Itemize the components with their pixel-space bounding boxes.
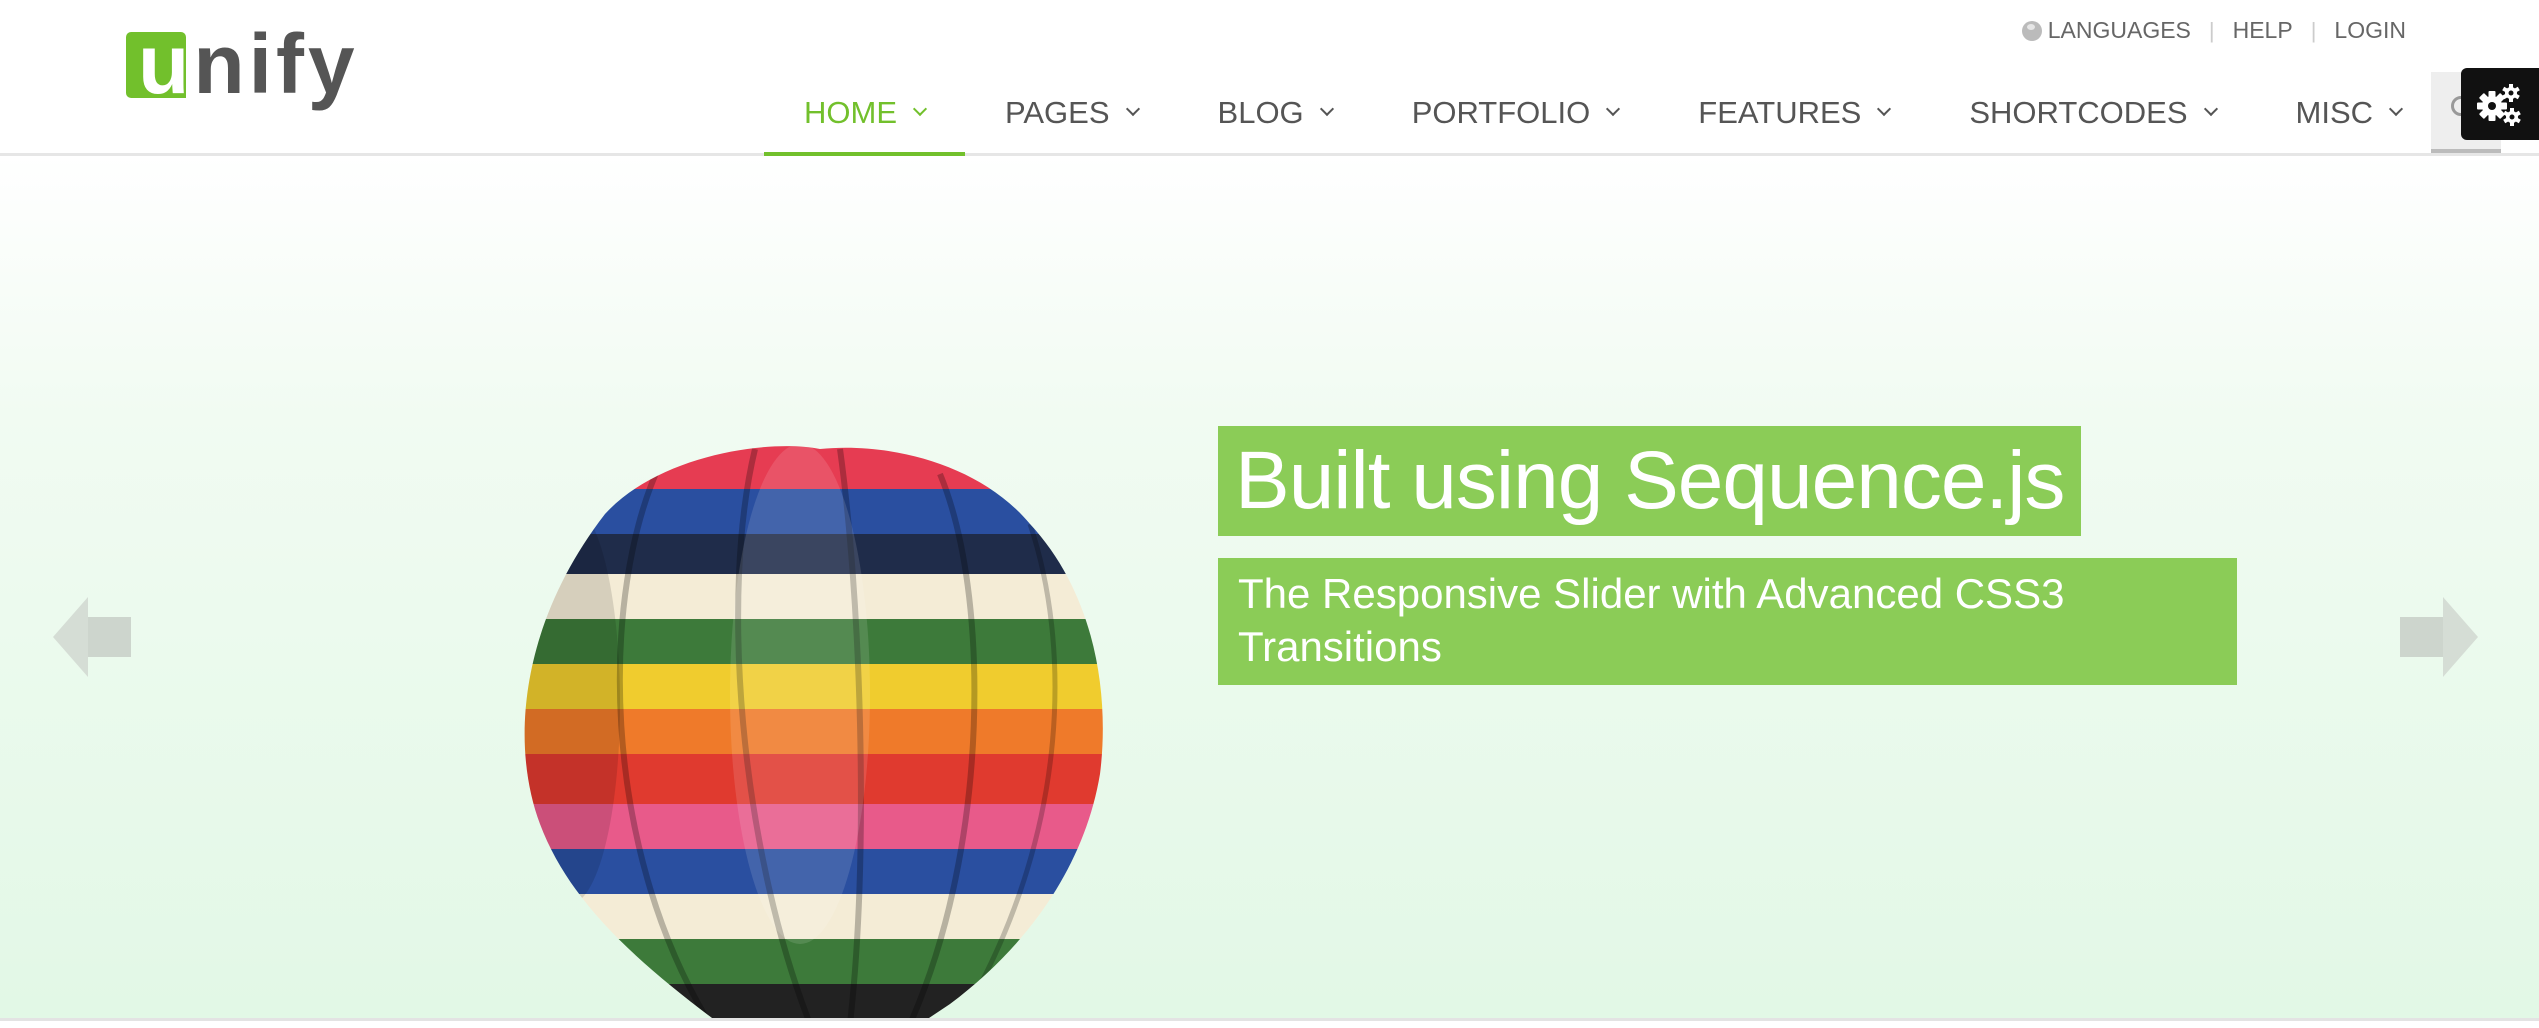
main-nav: HOME PAGES BLOG PORTFOLIO FEATURES SHORT… bbox=[764, 72, 2502, 156]
chevron-down-icon bbox=[1319, 101, 1334, 116]
nav-item-label: BLOG bbox=[1217, 94, 1304, 130]
site-header: unify LANGUAGES | HELP | LOGIN HOME PAGE… bbox=[0, 0, 2539, 156]
nav-item-label: MISC bbox=[2295, 94, 2374, 130]
nav-item-label: HOME bbox=[804, 94, 897, 130]
chevron-down-icon bbox=[1125, 101, 1140, 116]
slide-subtitle-text: The Responsive Slider with Advanced CSS3… bbox=[1238, 570, 2065, 670]
nav-item-label: SHORTCODES bbox=[1969, 94, 2188, 130]
nav-item-pages[interactable]: PAGES bbox=[965, 72, 1178, 153]
chevron-down-icon bbox=[2388, 101, 2404, 116]
arrow-left-icon[interactable] bbox=[53, 592, 131, 682]
top-bar: LANGUAGES | HELP | LOGIN bbox=[2021, 17, 2406, 44]
languages-label: LANGUAGES bbox=[2047, 17, 2191, 43]
slide-title: Built using Sequence.js bbox=[1218, 426, 2082, 536]
languages-link[interactable]: LANGUAGES bbox=[2021, 17, 2191, 44]
chevron-down-icon bbox=[2203, 101, 2218, 116]
nav-item-portfolio[interactable]: PORTFOLIO bbox=[1372, 72, 1659, 153]
chevron-down-icon bbox=[912, 101, 928, 116]
chevron-down-icon bbox=[1877, 101, 1892, 116]
slide-title-text: Built using Sequence.js bbox=[1235, 435, 2065, 526]
login-link[interactable]: LOGIN bbox=[2334, 17, 2406, 44]
style-switcher-button[interactable] bbox=[2461, 68, 2539, 140]
chevron-down-icon bbox=[1606, 101, 1621, 116]
divider: | bbox=[2310, 17, 2317, 43]
nav-item-home[interactable]: HOME bbox=[764, 72, 965, 156]
arrow-right-icon[interactable] bbox=[2400, 592, 2478, 682]
slider-bottom-border bbox=[0, 1018, 2539, 1028]
help-label: HELP bbox=[2232, 17, 2293, 43]
nav-item-misc[interactable]: MISC bbox=[2256, 72, 2432, 153]
hot-air-balloon-image bbox=[524, 446, 1103, 1018]
nav-item-shortcodes[interactable]: SHORTCODES bbox=[1929, 72, 2255, 153]
nav-item-label: PAGES bbox=[1005, 94, 1110, 130]
nav-item-blog[interactable]: BLOG bbox=[1178, 72, 1372, 153]
logo-text: unify bbox=[138, 17, 359, 111]
nav-item-features[interactable]: FEATURES bbox=[1658, 72, 1929, 153]
help-link[interactable]: HELP bbox=[2233, 17, 2293, 44]
gears-icon bbox=[2477, 84, 2521, 126]
globe-icon bbox=[2021, 20, 2042, 41]
divider: | bbox=[2208, 17, 2215, 43]
hero-slider: Built using Sequence.js The Responsive S… bbox=[0, 156, 2539, 1018]
nav-item-label: FEATURES bbox=[1698, 94, 1862, 130]
login-label: LOGIN bbox=[2334, 17, 2406, 43]
slide-subtitle: The Responsive Slider with Advanced CSS3… bbox=[1218, 558, 2237, 685]
nav-item-label: PORTFOLIO bbox=[1411, 94, 1591, 130]
